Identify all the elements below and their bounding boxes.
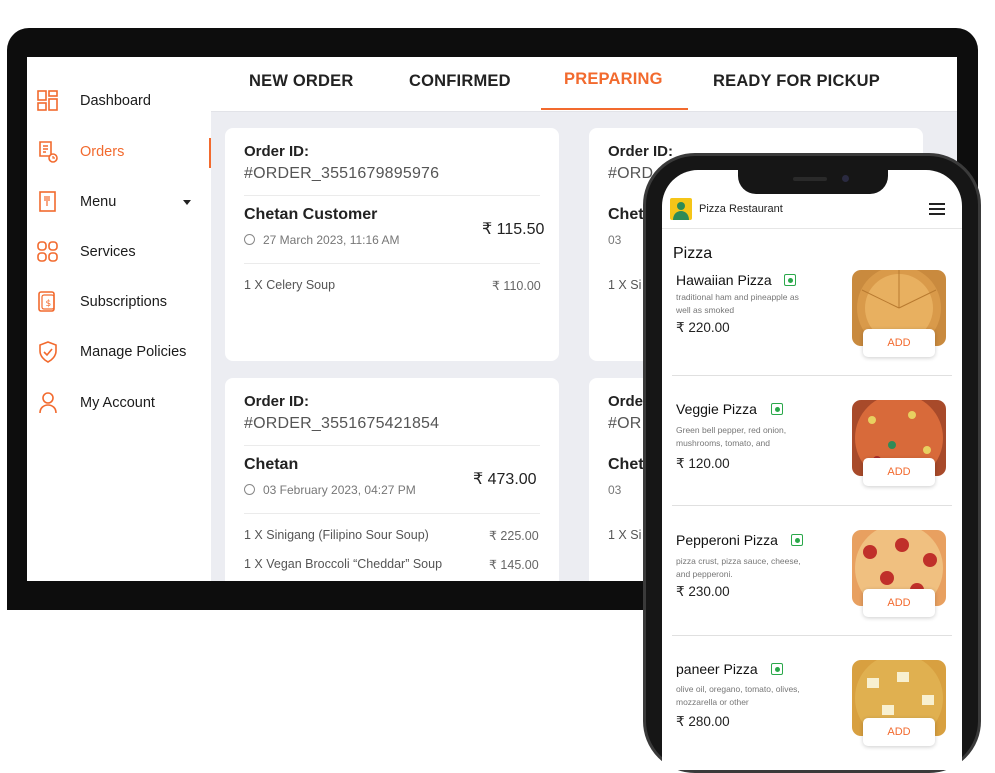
svg-text:$: $: [46, 299, 52, 309]
order-id: #ORDER_3551675421854: [244, 415, 440, 432]
veg-icon: [791, 534, 803, 546]
sidebar-item-subscriptions[interactable]: $ Subscriptions: [27, 282, 211, 322]
pizza-description: Green bell pepper, red onion, mushrooms,…: [676, 425, 787, 448]
veg-icon: [771, 663, 783, 675]
active-tab-underline: [541, 108, 688, 110]
sidebar: Dashboard Orders Menu Services $ Subscri…: [27, 57, 211, 581]
add-button[interactable]: ADD: [863, 329, 935, 357]
pizza-name: Veggie Pizza: [676, 401, 757, 417]
order-item-price: ₹ 110.00: [492, 279, 541, 293]
order-item: 1 X Vegan Broccoli “Cheddar” Soup: [244, 557, 443, 571]
divider: [244, 263, 540, 264]
add-button[interactable]: ADD: [863, 589, 935, 617]
menu-icon: [39, 191, 56, 212]
veg-icon: [771, 403, 783, 415]
pizza-price: ₹ 220.00: [676, 320, 730, 335]
orders-icon: [39, 141, 58, 163]
hamburger-menu-icon[interactable]: [929, 203, 945, 215]
customer-name: Chetan Customer: [244, 206, 378, 223]
order-date: 03 February 2023, 04:27 PM: [263, 483, 416, 497]
pizza-price: ₹ 230.00: [676, 584, 730, 599]
tab-confirmed[interactable]: CONFIRMED: [409, 72, 511, 91]
sidebar-item-label: Dashboard: [80, 93, 151, 109]
tab-ready-for-pickup[interactable]: READY FOR PICKUP: [713, 72, 880, 91]
pizza-name: paneer Pizza: [676, 661, 758, 677]
order-total: ₹ 115.50: [482, 221, 545, 238]
pizza-description: pizza crust, pizza sauce, cheese, and pe…: [676, 556, 801, 579]
divider: [672, 505, 952, 506]
order-id-label: Order ID:: [608, 143, 674, 160]
sidebar-item-manage-policies[interactable]: Manage Policies: [27, 332, 211, 372]
sidebar-item-label: Orders: [80, 144, 125, 160]
subscriptions-icon: $: [38, 291, 55, 312]
add-button[interactable]: ADD: [863, 718, 935, 746]
dashboard-icon: [37, 90, 58, 111]
clock-icon: [244, 484, 255, 495]
customer-name: Chet: [608, 206, 644, 223]
sidebar-item-label: Menu: [80, 194, 117, 210]
order-date: 03: [608, 483, 622, 497]
restaurant-name: Pizza Restaurant: [699, 203, 783, 215]
pizza-description: traditional ham and pineapple as well as…: [676, 292, 799, 315]
phone-notch: [738, 160, 888, 194]
divider: [672, 375, 952, 376]
order-id: #ORDER_3551679895976: [244, 165, 440, 182]
avatar: [670, 198, 692, 220]
sidebar-item-services[interactable]: Services: [27, 232, 211, 272]
pizza-name: Pepperoni Pizza: [676, 532, 778, 548]
order-id: #OR: [608, 415, 642, 432]
order-id: #ORD: [608, 165, 654, 182]
divider: [244, 195, 540, 196]
order-total: ₹ 473.00: [473, 471, 537, 488]
order-card[interactable]: Order ID: #ORDER_3551679895976 Chetan Cu…: [225, 128, 559, 361]
divider: [244, 445, 540, 446]
user-icon: [39, 392, 57, 414]
sidebar-item-label: My Account: [80, 395, 155, 411]
sidebar-item-dashboard[interactable]: Dashboard: [27, 81, 211, 121]
shield-icon: [39, 341, 57, 363]
order-date: 03: [608, 233, 622, 247]
order-id-label: Orde: [608, 393, 644, 410]
order-status-tabs: NEW ORDER CONFIRMED PREPARING READY FOR …: [211, 57, 957, 112]
services-icon: [37, 241, 58, 262]
tab-new-order[interactable]: NEW ORDER: [249, 72, 353, 91]
order-id-label: Order ID:: [244, 143, 310, 160]
sidebar-item-my-account[interactable]: My Account: [27, 383, 211, 423]
pizza-description: olive oil, oregano, tomato, olives, mozz…: [676, 684, 800, 707]
order-card[interactable]: Order ID: #ORDER_3551675421854 Chetan 03…: [225, 378, 559, 581]
category-title: Pizza: [673, 245, 713, 262]
divider: [662, 228, 962, 229]
order-item: 1 X Sinigang (Filipino Sour Soup): [244, 528, 429, 542]
order-item-price: ₹ 145.00: [489, 558, 539, 572]
add-button[interactable]: ADD: [863, 458, 935, 486]
clock-icon: [244, 234, 255, 245]
customer-name: Chet: [608, 456, 644, 473]
order-item: 1 X Celery Soup: [244, 278, 336, 292]
chevron-down-icon: [183, 200, 191, 205]
active-indicator: [209, 138, 211, 168]
pizza-name: Hawaiian Pizza: [676, 272, 772, 288]
divider: [244, 513, 540, 514]
divider: [672, 635, 952, 636]
pizza-price: ₹ 120.00: [676, 456, 730, 471]
order-item: 1 X Si: [608, 528, 642, 542]
customer-name: Chetan: [244, 456, 299, 473]
order-id-label: Order ID:: [244, 393, 310, 410]
tab-preparing[interactable]: PREPARING: [564, 70, 663, 89]
order-item-price: ₹ 225.00: [489, 529, 539, 543]
phone-screen: Pizza Restaurant Pizza Hawaiian Pizza tr…: [662, 170, 962, 770]
sidebar-item-orders[interactable]: Orders: [27, 132, 211, 172]
order-date: 27 March 2023, 11:16 AM: [263, 233, 400, 247]
pizza-price: ₹ 280.00: [676, 714, 730, 729]
sidebar-item-label: Services: [80, 244, 136, 260]
order-item: 1 X Si: [608, 278, 642, 292]
sidebar-item-label: Subscriptions: [80, 294, 168, 310]
veg-icon: [784, 274, 796, 286]
sidebar-item-label: Manage Policies: [80, 344, 187, 360]
sidebar-item-menu[interactable]: Menu: [27, 182, 211, 222]
